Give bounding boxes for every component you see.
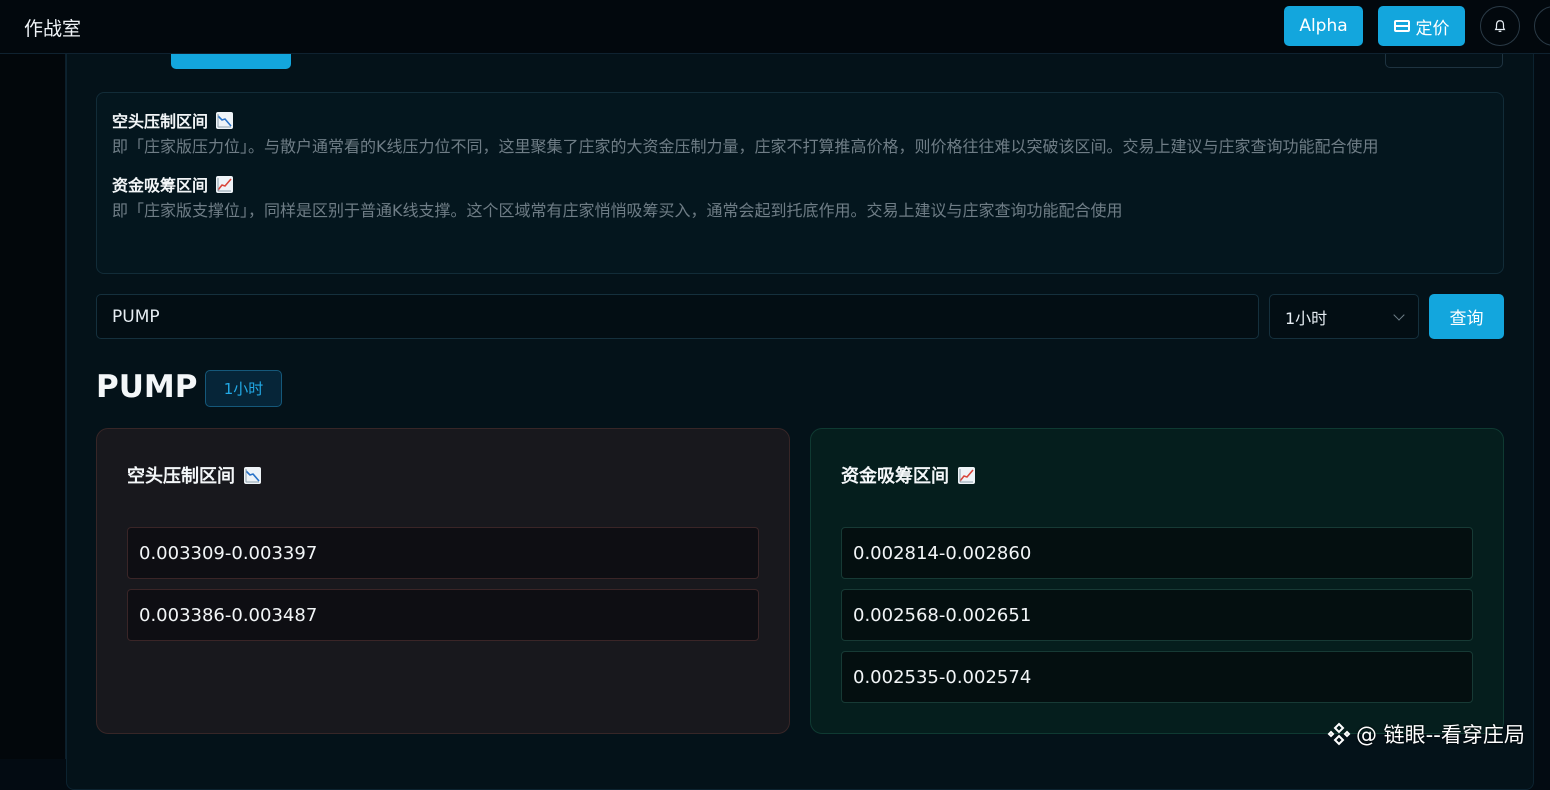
long-zone-info-title: 资金吸筹区间 — [112, 173, 1488, 195]
watermark-text: @ 链眼--看穿庄局 — [1356, 723, 1525, 747]
symbol-input[interactable] — [96, 294, 1259, 339]
result-interval-badge: 1小时 — [205, 370, 282, 407]
long-zone-range-item: 0.002535-0.002574 — [841, 651, 1473, 703]
app-title: 作战室 — [24, 18, 82, 40]
long-zone-description: 即「庄家版支撑位」，同样是区别于普通K线支撑。这个区域常有庄家悄悄吸筹买入，通常… — [112, 201, 1123, 220]
long-zone-range-list: 0.002814-0.002860 0.002568-0.002651 0.00… — [841, 527, 1473, 713]
interval-select[interactable]: 1小时 — [1269, 294, 1419, 339]
user-menu-button[interactable] — [1534, 6, 1550, 46]
result-symbol-title: PUMP — [96, 369, 198, 405]
credit-card-icon — [1393, 20, 1410, 32]
pricing-button[interactable]: 定价 — [1378, 6, 1465, 46]
interval-select-value: 1小时 — [1285, 308, 1328, 328]
chart-increasing-icon — [958, 466, 975, 484]
bell-icon — [1494, 20, 1506, 33]
long-zone-range-item: 0.002568-0.002651 — [841, 589, 1473, 641]
top-bar: 作战室 Alpha 定价 — [0, 0, 1550, 54]
short-zone-description: 即「庄家版压力位」。与散户通常看的K线压力位不同，这里聚集了庄家的大资金压制力量… — [112, 137, 1379, 156]
query-button-label: 查询 — [1449, 309, 1484, 329]
watermark: @ 链眼--看穿庄局 — [1326, 719, 1525, 749]
pricing-button-label: 定价 — [1415, 18, 1450, 39]
long-zone-range-item: 0.002814-0.002860 — [841, 527, 1473, 579]
left-sidebar — [0, 54, 66, 759]
chart-decreasing-icon — [216, 111, 234, 129]
zone-explanation-box: 空头压制区间 即「庄家版压力位」。与散户通常看的K线压力位不同，这里聚集了庄家的… — [96, 92, 1504, 274]
alpha-button[interactable]: Alpha — [1284, 6, 1363, 46]
query-button[interactable]: 查询 — [1429, 294, 1504, 339]
notification-button[interactable] — [1480, 6, 1520, 46]
chevron-down-icon — [1393, 308, 1405, 321]
binance-logo-icon — [1327, 722, 1351, 746]
short-zone-info-title: 空头压制区间 — [112, 109, 1488, 131]
short-zone-range-item: 0.003309-0.003397 — [127, 527, 759, 579]
accumulation-zone-card: 资金吸筹区间 0.002814-0.002860 0.002568-0.0026… — [810, 428, 1504, 734]
short-zone-range-item: 0.003386-0.003487 — [127, 589, 759, 641]
short-zone-range-list: 0.003309-0.003397 0.003386-0.003487 — [127, 527, 759, 651]
chart-increasing-icon — [216, 175, 234, 193]
short-zone-card-title: 空头压制区间 — [127, 462, 261, 488]
alpha-button-label: Alpha — [1299, 16, 1348, 36]
long-zone-card-title: 资金吸筹区间 — [841, 462, 975, 488]
short-pressure-zone-card: 空头压制区间 0.003309-0.003397 0.003386-0.0034… — [96, 428, 790, 734]
chart-decreasing-icon — [244, 466, 261, 484]
